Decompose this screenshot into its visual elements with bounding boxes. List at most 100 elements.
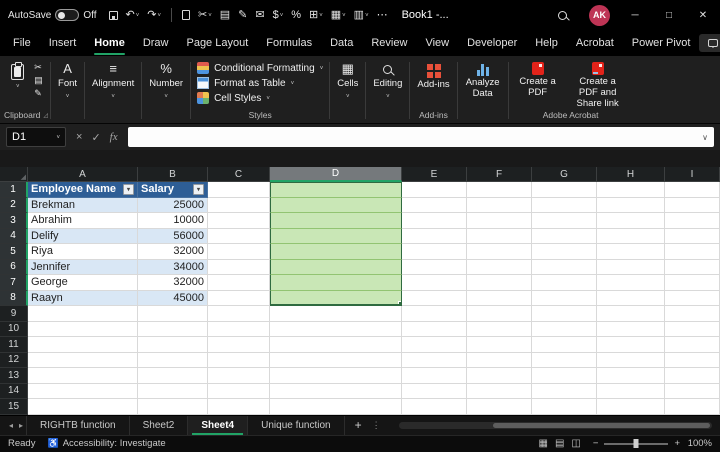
copy-button[interactable]: ▤	[220, 10, 230, 21]
cell-F7[interactable]	[467, 275, 532, 291]
cell-C6[interactable]	[208, 260, 270, 276]
filter-dropdown-icon[interactable]: ▾	[123, 184, 134, 195]
row-header-8[interactable]: 8	[0, 291, 28, 307]
cell-H9[interactable]	[597, 306, 665, 322]
page-layout-view-icon[interactable]: ▤	[555, 438, 564, 449]
cell-I9[interactable]	[665, 306, 720, 322]
cut-button[interactable]: ✂	[198, 10, 212, 21]
cell-B15[interactable]	[138, 399, 208, 415]
cell-F2[interactable]	[467, 198, 532, 214]
autosave-control[interactable]: AutoSave Off	[8, 9, 97, 21]
ribbon-tab-file[interactable]: File	[4, 30, 40, 56]
filter-dropdown-icon[interactable]: ▾	[193, 184, 204, 195]
cell-D12[interactable]	[270, 353, 402, 369]
cell-C11[interactable]	[208, 337, 270, 353]
cell-B4[interactable]: 56000	[138, 229, 208, 245]
cell-D3[interactable]	[270, 213, 402, 229]
cell-I12[interactable]	[665, 353, 720, 369]
cell-H7[interactable]	[597, 275, 665, 291]
cell-E14[interactable]	[402, 384, 467, 400]
add-ins-button[interactable]: Add-ins	[412, 58, 454, 91]
cell-H12[interactable]	[597, 353, 665, 369]
merge-center-button[interactable]: ⊞	[309, 10, 323, 21]
cell-I2[interactable]	[665, 198, 720, 214]
cell-B14[interactable]	[138, 384, 208, 400]
cell-F4[interactable]	[467, 229, 532, 245]
sheet-tab-options-icon[interactable]: ⋮	[372, 420, 381, 431]
comment-button[interactable]: ✉	[255, 10, 264, 21]
cell-G13[interactable]	[532, 368, 597, 384]
cell-G8[interactable]	[532, 291, 597, 307]
column-header-f[interactable]: F	[467, 167, 532, 182]
ribbon-tab-review[interactable]: Review	[362, 30, 416, 56]
cell-I10[interactable]	[665, 322, 720, 338]
ribbon-tab-draw[interactable]: Draw	[134, 30, 178, 56]
cell-E4[interactable]	[402, 229, 467, 245]
clipboard-button[interactable]	[182, 10, 190, 20]
cell-B12[interactable]	[138, 353, 208, 369]
row-header-6[interactable]: 6	[0, 260, 28, 276]
cell-E15[interactable]	[402, 399, 467, 415]
cell-I14[interactable]	[665, 384, 720, 400]
cell-D14[interactable]	[270, 384, 402, 400]
row-header-5[interactable]: 5	[0, 244, 28, 260]
column-header-a[interactable]: A	[28, 167, 138, 182]
sheet-tab-unique-function[interactable]: Unique function	[248, 416, 345, 435]
cell-F6[interactable]	[467, 260, 532, 276]
cell-C14[interactable]	[208, 384, 270, 400]
redo-button[interactable]: ↷	[147, 10, 161, 21]
row-header-3[interactable]: 3	[0, 213, 28, 229]
alignment-menu-button[interactable]: ≡ Alignment	[87, 58, 139, 103]
cell-G14[interactable]	[532, 384, 597, 400]
cell-G7[interactable]	[532, 275, 597, 291]
ribbon-tab-acrobat[interactable]: Acrobat	[567, 30, 623, 56]
cell-I13[interactable]	[665, 368, 720, 384]
cell-H4[interactable]	[597, 229, 665, 245]
comments-button[interactable]: Comments	[699, 34, 720, 52]
row-header-4[interactable]: 4	[0, 229, 28, 245]
cell-E1[interactable]	[402, 182, 467, 198]
cell-H5[interactable]	[597, 244, 665, 260]
select-all-corner[interactable]	[0, 167, 28, 182]
ribbon-tab-data[interactable]: Data	[321, 30, 362, 56]
borders-button[interactable]: ▦	[331, 10, 346, 21]
cell-G11[interactable]	[532, 337, 597, 353]
cell-I7[interactable]	[665, 275, 720, 291]
insert-function-button[interactable]: fx	[110, 131, 118, 143]
format-painter-button[interactable]: ✎	[238, 10, 247, 21]
cell-F1[interactable]	[467, 182, 532, 198]
cell-F12[interactable]	[467, 353, 532, 369]
cell-E10[interactable]	[402, 322, 467, 338]
create-pdf-share-button[interactable]: Create a PDF and Share link	[565, 58, 631, 110]
accessibility-status[interactable]: ♿ Accessibility: Investigate	[47, 438, 165, 449]
more-commands-button[interactable]: ⋯	[377, 10, 388, 21]
cell-I3[interactable]	[665, 213, 720, 229]
minimize-button[interactable]: ─	[618, 0, 652, 30]
zoom-out-button[interactable]: −	[593, 438, 599, 449]
zoom-slider[interactable]	[604, 443, 668, 445]
formula-expand-icon[interactable]: ∨	[702, 133, 708, 142]
cell-C15[interactable]	[208, 399, 270, 415]
name-box[interactable]: D1	[6, 127, 66, 147]
cell-B6[interactable]: 34000	[138, 260, 208, 276]
currency-button[interactable]: $	[273, 10, 284, 21]
cell-C1[interactable]	[208, 182, 270, 198]
cell-D5[interactable]	[270, 244, 402, 260]
analyze-data-button[interactable]: Analyze Data	[460, 58, 506, 100]
column-header-g[interactable]: G	[532, 167, 597, 182]
ribbon-tab-help[interactable]: Help	[526, 30, 567, 56]
create-pdf-button[interactable]: Create a PDF	[511, 58, 565, 99]
autosave-toggle[interactable]	[55, 9, 79, 21]
cell-H3[interactable]	[597, 213, 665, 229]
copy-button[interactable]: ▤	[34, 76, 43, 85]
format-as-table-button[interactable]: Format as Table	[193, 76, 327, 90]
cell-H14[interactable]	[597, 384, 665, 400]
cell-A10[interactable]	[28, 322, 138, 338]
cell-D2[interactable]	[270, 198, 402, 214]
cell-I5[interactable]	[665, 244, 720, 260]
number-menu-button[interactable]: % Number	[144, 58, 188, 103]
paste-button[interactable]	[6, 58, 29, 93]
percent-button[interactable]: %	[291, 10, 301, 21]
cell-D15[interactable]	[270, 399, 402, 415]
cell-A14[interactable]	[28, 384, 138, 400]
